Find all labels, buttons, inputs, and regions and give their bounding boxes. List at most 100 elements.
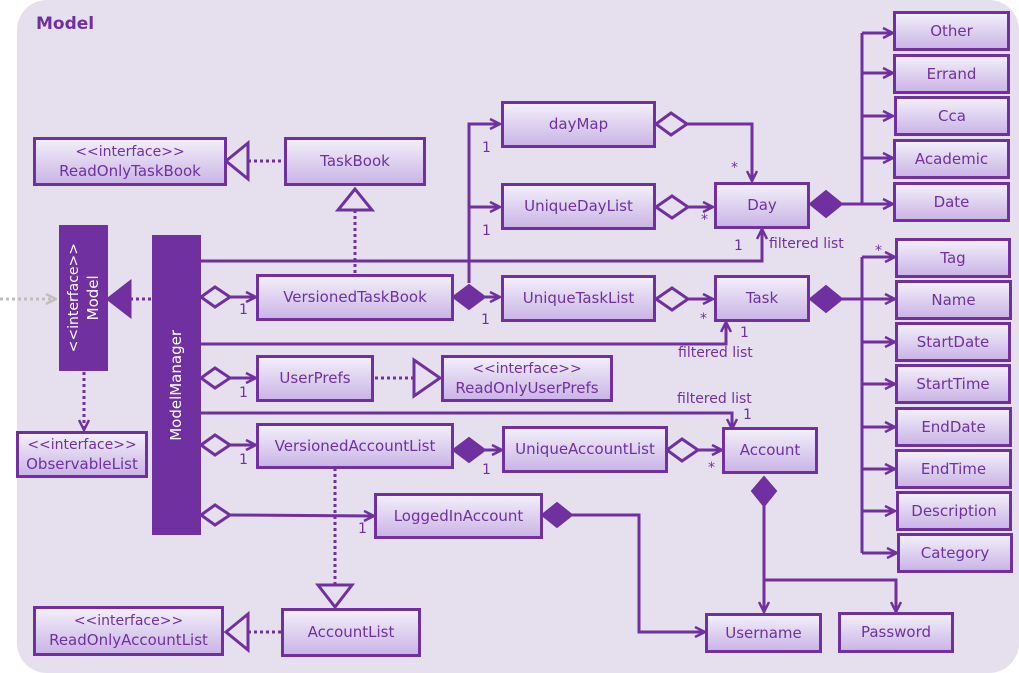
class-task[interactable]: Task	[714, 275, 810, 322]
loggedin-username	[572, 513, 705, 632]
class-daymap[interactable]: dayMap	[501, 101, 656, 148]
class-observablelist[interactable]: <<interface>> ObservableList	[16, 431, 148, 478]
class-name: Academic	[914, 149, 989, 168]
daymap-day	[687, 122, 752, 181]
class-name: EndTime	[920, 459, 987, 478]
stereotype: <<interface>>	[75, 143, 185, 160]
class-other[interactable]: Other	[893, 11, 1010, 51]
mult-val: 1	[239, 452, 248, 468]
class-model[interactable]: <<interface>> Model	[59, 225, 108, 371]
mult-uniquetasklist: 1	[481, 312, 490, 328]
mm-userprefs-aggregation	[198, 366, 233, 390]
class-name: ReadOnlyUserPrefs	[455, 378, 599, 397]
class-name: ReadOnlyTaskBook	[59, 161, 201, 180]
class-name: Username	[725, 623, 802, 642]
class-date[interactable]: Date	[893, 182, 1010, 222]
mult-task-filtered: 1	[740, 325, 749, 341]
class-name: StartDate	[916, 332, 990, 351]
class-readonlyaccountlist[interactable]: <<interface>> ReadOnlyAccountList	[33, 606, 224, 656]
class-username[interactable]: Username	[705, 613, 822, 653]
class-readonlyuserprefs[interactable]: <<interface>> ReadOnlyUserPrefs	[441, 355, 613, 402]
stereotype: <<interface>>	[73, 613, 184, 629]
class-uniqueaccountlist[interactable]: UniqueAccountList	[502, 426, 668, 473]
mult-account: *	[708, 460, 715, 476]
account-composition	[750, 475, 778, 508]
class-endtime[interactable]: EndTime	[895, 449, 1012, 489]
class-name: Description	[911, 501, 997, 520]
class-loggedinaccount[interactable]: LoggedInAccount	[374, 493, 543, 539]
class-name: UserPrefs	[279, 369, 351, 387]
class-versionedaccountlist[interactable]: VersionedAccountList	[256, 423, 454, 469]
class-name-attr[interactable]: Name	[895, 280, 1012, 320]
class-versionedtaskbook[interactable]: VersionedTaskBook	[256, 274, 454, 321]
class-name: ModelManager	[167, 329, 185, 441]
stereotype: <<interface>>	[65, 243, 82, 353]
class-name: ReadOnlyAccountList	[49, 631, 208, 649]
class-academic[interactable]: Academic	[893, 139, 1010, 179]
class-name: UniqueAccountList	[515, 440, 655, 458]
class-name: Other	[930, 21, 973, 40]
mult-daymap: 1	[482, 140, 491, 156]
class-name: Date	[933, 192, 970, 211]
class-name: Name	[931, 290, 976, 309]
class-name: Account	[739, 441, 801, 459]
mm-task-filtered	[201, 322, 726, 346]
class-day[interactable]: Day	[714, 182, 810, 229]
class-name: Model	[83, 275, 102, 321]
class-name: TaskBook	[320, 152, 390, 170]
mm-loggedinaccount	[229, 515, 374, 516]
class-enddate[interactable]: EndDate	[895, 407, 1012, 447]
class-name: VersionedTaskBook	[283, 288, 427, 306]
mult-vtb: 1	[239, 302, 248, 318]
mult-uniquedaylist-day: *	[701, 212, 708, 228]
class-password[interactable]: Password	[838, 612, 954, 653]
class-uniquedaylist[interactable]: UniqueDayList	[501, 183, 656, 230]
readonlyaccountlist-triangle-head	[223, 610, 250, 654]
class-name: ObservableList	[26, 454, 138, 473]
loggedin-composition	[540, 501, 574, 529]
uniquetasklist-aggregation	[653, 286, 691, 312]
readonlyuserprefs-triangle-head	[412, 357, 443, 399]
class-uniquetasklist[interactable]: UniqueTaskList	[501, 275, 656, 322]
label-filtered-task: filtered list	[678, 345, 753, 361]
mult-userprefs: 1	[239, 385, 248, 401]
class-tag[interactable]: Tag	[895, 238, 1011, 278]
class-taskbook[interactable]: TaskBook	[284, 137, 426, 186]
class-name: VersionedAccountList	[274, 436, 436, 455]
day-composition	[808, 189, 844, 219]
stereotype: <<interface>>	[27, 436, 137, 453]
label-filtered-account: filtered list	[677, 391, 752, 407]
readonlytaskbook-triangle-head	[223, 139, 250, 183]
uniquedaylist-aggregation	[653, 194, 691, 220]
class-name: UniqueDayList	[524, 197, 633, 215]
class-name: EndDate	[921, 417, 986, 436]
mm-loggedin-aggregation	[198, 503, 233, 527]
mm-val-aggregation	[198, 433, 233, 457]
mult-uniquedaylist: 1	[482, 223, 491, 239]
taskbook-triangle-head	[334, 186, 376, 212]
mm-vtb-aggregation	[198, 285, 233, 309]
class-startdate[interactable]: StartDate	[895, 322, 1011, 362]
class-cca[interactable]: Cca	[894, 96, 1010, 136]
class-description[interactable]: Description	[896, 491, 1012, 531]
class-name: Day	[747, 196, 777, 214]
val-composition	[451, 436, 487, 464]
mult-uniqueaccountlist: 1	[482, 462, 491, 478]
daymap-aggregation	[653, 111, 690, 137]
class-category[interactable]: Category	[897, 533, 1013, 573]
class-modelmanager[interactable]: ModelManager	[152, 235, 201, 535]
class-name: Task	[745, 289, 779, 307]
class-name: Cca	[938, 106, 966, 125]
class-name: UniqueTaskList	[522, 289, 635, 307]
class-name: Tag	[940, 248, 966, 267]
class-userprefs[interactable]: UserPrefs	[256, 355, 374, 402]
mult-daymap-day: *	[731, 160, 738, 176]
class-name: AccountList	[307, 623, 395, 641]
class-starttime[interactable]: StartTime	[895, 364, 1011, 404]
class-account[interactable]: Account	[722, 427, 818, 474]
class-accountlist[interactable]: AccountList	[281, 608, 421, 657]
class-errand[interactable]: Errand	[893, 54, 1010, 94]
class-readonlytaskbook[interactable]: <<interface>> ReadOnlyTaskBook	[33, 137, 227, 186]
accountlist-triangle-head	[314, 583, 356, 610]
class-name: dayMap	[548, 115, 609, 133]
